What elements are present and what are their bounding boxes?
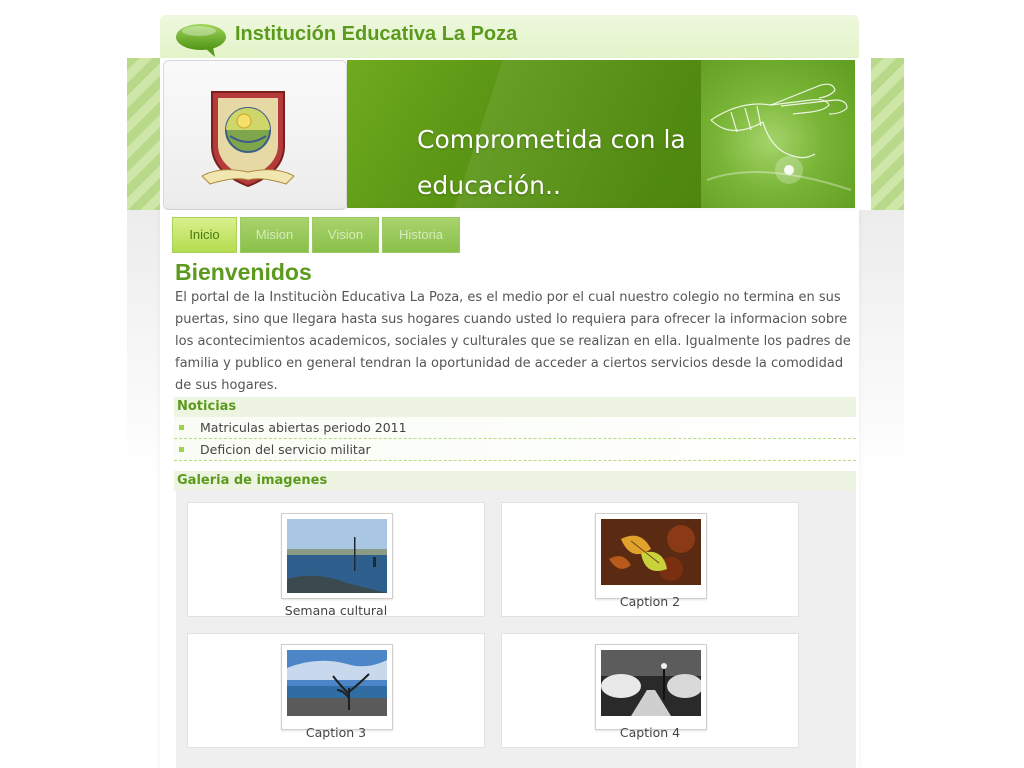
gallery-caption: Semana cultural	[284, 603, 388, 618]
tab-inicio[interactable]: Inicio	[172, 217, 237, 253]
speech-bubble-icon	[176, 24, 226, 57]
news-heading: Noticias	[174, 397, 856, 417]
welcome-text: El portal de la Instituciòn Educativa La…	[175, 290, 851, 393]
banner-tagline: Comprometida con la educación..	[417, 117, 717, 209]
news-item[interactable]: Deficion del servicio militar	[174, 439, 856, 461]
news-item-label[interactable]: Deficion del servicio militar	[200, 439, 371, 460]
gallery-caption: Caption 2	[619, 594, 681, 609]
school-crest-logo	[201, 91, 295, 188]
banner-stripes-left	[127, 58, 160, 210]
autumn-leaf-photo	[601, 519, 701, 585]
site-title[interactable]: Institución Educativa La Poza	[235, 23, 517, 46]
bullet-icon	[179, 447, 184, 452]
bullet-icon	[179, 425, 184, 430]
beach-tree-photo	[287, 650, 387, 716]
snowy-park-photo	[601, 650, 701, 716]
gallery-caption: Caption 3	[305, 725, 367, 740]
gallery-thumbnail[interactable]	[595, 513, 707, 599]
tab-vision[interactable]: Vision	[312, 217, 379, 253]
tab-mision[interactable]: Mision	[240, 217, 309, 253]
gallery-thumbnail[interactable]	[281, 513, 393, 599]
news-item-label[interactable]: Matriculas abiertas periodo 2011	[200, 417, 407, 438]
news-item[interactable]: Matriculas abiertas periodo 2011	[174, 417, 856, 439]
tagline-line-1: Comprometida con la	[417, 125, 686, 154]
gallery-thumbnail[interactable]	[281, 644, 393, 730]
gallery-thumbnail[interactable]	[595, 644, 707, 730]
welcome-title: Bienvenidos	[175, 259, 312, 285]
tab-historia[interactable]: Historia	[382, 217, 460, 253]
tagline-line-2: educación..	[417, 171, 561, 200]
digital-hand-illustration	[701, 60, 855, 208]
gallery-heading: Galeria de imagenes	[174, 471, 856, 491]
seashore-photo	[287, 519, 387, 593]
gallery-caption: Caption 4	[619, 725, 681, 740]
main-nav-tabs: Inicio Mision Vision Historia	[172, 217, 460, 253]
banner-stripes-right	[871, 58, 904, 210]
